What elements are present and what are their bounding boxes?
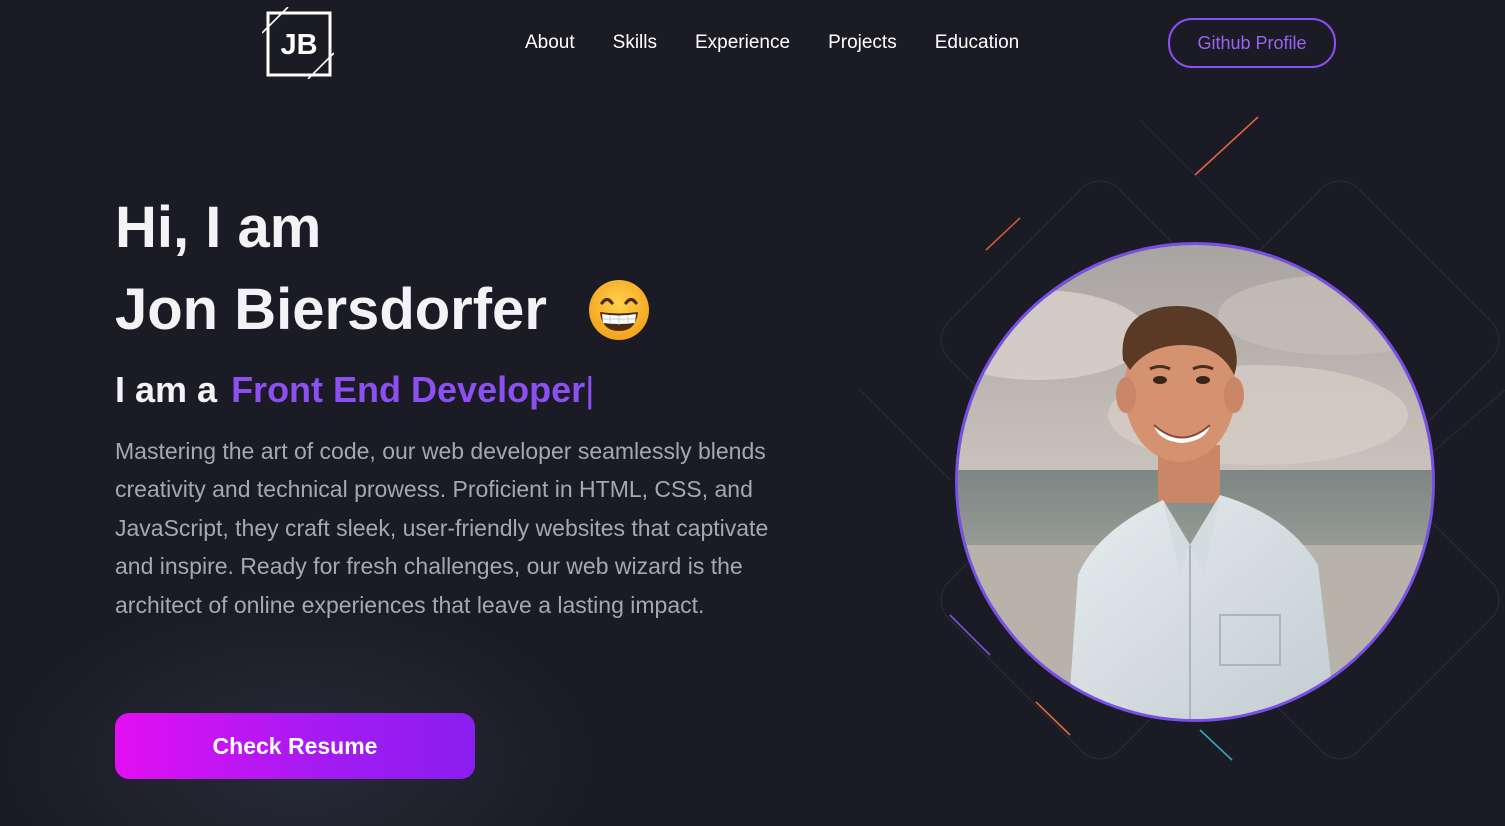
nav-education[interactable]: Education (935, 31, 1020, 55)
nav-about[interactable]: About (525, 31, 575, 55)
hero-name: Jon Biersdorfer (115, 277, 547, 342)
check-resume-button[interactable]: Check Resume (115, 713, 475, 779)
github-profile-button[interactable]: Github Profile (1168, 18, 1336, 68)
profile-photo-illustration (958, 245, 1432, 719)
hero-greeting: Hi, I am (115, 195, 322, 260)
nav-projects[interactable]: Projects (828, 31, 897, 55)
role-line: I am a Front End Developer| (115, 368, 594, 412)
jb-logo[interactable]: JB (262, 7, 334, 79)
hero-description: Mastering the art of code, our web devel… (115, 438, 769, 618)
role-title: Front End Developer (231, 369, 586, 410)
logo-text: JB (280, 29, 317, 61)
grinning-face-icon (589, 280, 649, 340)
typing-cursor: | (585, 369, 595, 410)
nav-skills[interactable]: Skills (613, 31, 657, 55)
nav-experience[interactable]: Experience (695, 31, 790, 55)
portfolio-page: JB About Skills Experience Projects Educ… (0, 0, 1505, 826)
role-prefix: I am a (115, 369, 218, 410)
main-nav: About Skills Experience Projects Educati… (525, 31, 1057, 55)
profile-photo (955, 242, 1435, 722)
